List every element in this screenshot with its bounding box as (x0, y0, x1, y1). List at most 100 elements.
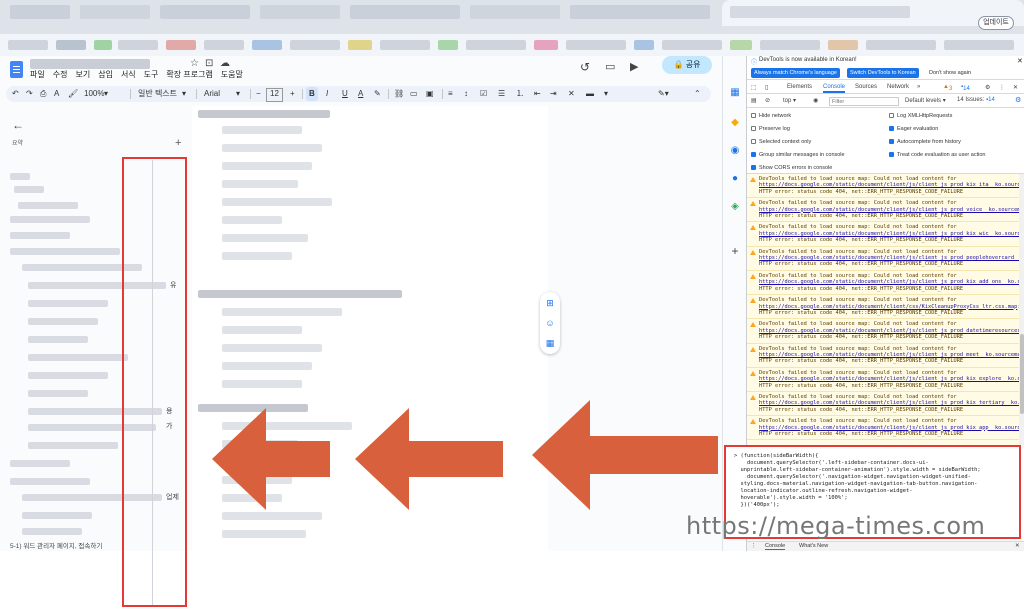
tab-blurred[interactable] (80, 5, 150, 19)
tab-network[interactable]: Network (887, 84, 909, 90)
message-count-badge[interactable]: ▪ 14 (961, 84, 970, 92)
emoji-reaction-icon[interactable]: ☺ (545, 318, 555, 328)
maps-icon[interactable]: ◈ (728, 200, 742, 214)
sidebar-toggle-icon[interactable]: ▤ (751, 97, 757, 104)
menu-file[interactable]: 파일 (30, 69, 45, 80)
image-icon[interactable]: ▣ (426, 87, 434, 101)
kebab-menu-icon[interactable]: ⋮ (999, 84, 1005, 91)
checklist-icon[interactable]: ☑ (480, 87, 487, 101)
clear-format-icon[interactable]: ✕ (568, 87, 575, 101)
collapse-menu-icon[interactable]: ⌃ (694, 87, 701, 101)
undo-icon[interactable]: ↶ (12, 87, 19, 101)
docs-logo-icon[interactable] (10, 61, 23, 78)
font-select[interactable]: Arial (204, 87, 220, 101)
tab-blurred[interactable] (10, 5, 70, 19)
font-size-input[interactable]: 12 (266, 88, 283, 102)
sourcemap-link[interactable]: https://docs.google.com/static/document/… (759, 255, 1019, 261)
outline-item[interactable] (14, 186, 44, 193)
tab-blurred[interactable] (350, 5, 460, 19)
setting-cors-errors[interactable]: Show CORS errors in console (751, 165, 832, 171)
sourcemap-link[interactable]: https://docs.google.com/static/document/… (759, 207, 1019, 213)
numbered-list-icon[interactable]: ⒈ (516, 87, 524, 101)
outline-item[interactable] (22, 528, 82, 535)
add-comment-icon[interactable]: ⊞ (545, 298, 555, 308)
console-warning[interactable]: DevTools failed to load source map: Coul… (747, 392, 1019, 417)
add-summary-button[interactable]: + (175, 137, 181, 149)
bullet-list-icon[interactable]: ☰ (498, 87, 505, 101)
console-warning[interactable]: DevTools failed to load source map: Coul… (747, 368, 1019, 392)
print-icon[interactable]: ⎙ (40, 87, 46, 101)
outline-item[interactable] (28, 372, 108, 379)
setting-hide-network[interactable]: Hide network (751, 113, 791, 119)
menu-format[interactable]: 서식 (121, 69, 136, 80)
filter-input[interactable] (829, 97, 899, 106)
sourcemap-link[interactable]: https://docs.google.com/static/document/… (759, 376, 1019, 382)
drawer-tab-console[interactable]: Console (765, 543, 786, 550)
editing-mode-icon[interactable]: ✎▾ (658, 87, 669, 101)
console-scrollbar[interactable] (1019, 174, 1024, 446)
console-warning[interactable]: DevTools failed to load source map: Coul… (747, 271, 1019, 296)
zoom-select[interactable]: 100% (84, 87, 104, 101)
tab-console[interactable]: Console (823, 84, 846, 93)
console-warning[interactable]: DevTools failed to load source map: Coul… (747, 247, 1019, 271)
sourcemap-link[interactable]: https://docs.google.com/static/document/… (759, 352, 1019, 358)
setting-selected-context[interactable]: Selected context only (751, 139, 811, 145)
share-button[interactable]: 🔒 공유 (662, 56, 712, 74)
outline-item[interactable] (28, 390, 88, 397)
tab-sources[interactable]: Sources (855, 84, 877, 90)
tab-blurred[interactable] (160, 5, 250, 19)
keep-icon[interactable]: ◆ (728, 116, 742, 130)
style-select[interactable]: 일반 텍스트 (138, 87, 177, 101)
outline-item[interactable] (10, 232, 70, 239)
bold-button[interactable]: B (306, 87, 318, 101)
tab-blurred[interactable] (260, 5, 340, 19)
context-select[interactable]: top ▾ (783, 97, 796, 104)
match-language-button[interactable]: Always match Chrome's language (751, 68, 840, 78)
console-warning[interactable]: DevTools failed to load source map: Coul… (747, 295, 1019, 320)
comment-icon[interactable]: ▭ (605, 60, 615, 73)
sourcemap-link[interactable]: https://docs.google.com/static/document/… (759, 231, 1019, 237)
history-icon[interactable]: ↺ (580, 60, 590, 74)
setting-group-similar[interactable]: Group similar messages in console (751, 152, 845, 158)
sourcemap-link[interactable]: https://docs.google.com/static/document/… (759, 328, 1019, 334)
outline-item[interactable] (28, 354, 128, 361)
meet-icon[interactable]: ▶ (630, 60, 638, 73)
drawer-tab-whats-new[interactable]: What's New (799, 543, 828, 549)
switch-korean-button[interactable]: Switch DevTools to Korean (847, 68, 919, 78)
inspect-icon[interactable]: ⬚ (751, 84, 757, 91)
sourcemap-link[interactable]: https://docs.google.com/static/document/… (759, 182, 1019, 188)
setting-treat-user-action[interactable]: Treat code evaluation as user action (889, 152, 985, 158)
outline-item[interactable] (28, 318, 98, 325)
console-warning[interactable]: DevTools failed to load source map: Coul… (747, 344, 1019, 368)
font-size-decrease[interactable]: − (256, 87, 261, 101)
redo-icon[interactable]: ↷ (26, 87, 33, 101)
outline-item[interactable] (18, 202, 78, 209)
decrease-indent-icon[interactable]: ⇤ (534, 87, 541, 101)
console-warning[interactable]: DevTools failed to load source map: Coul… (747, 198, 1019, 223)
drawer-menu-icon[interactable]: ⋮ (751, 543, 757, 549)
align-icon[interactable]: ≡ (448, 87, 453, 101)
suggest-edit-icon[interactable]: ▦ (545, 338, 555, 348)
eye-icon[interactable]: ◉ (813, 97, 818, 104)
setting-preserve-log[interactable]: Preserve log (751, 126, 790, 132)
close-icon[interactable]: ✕ (1017, 57, 1023, 65)
tab-elements[interactable]: Elements (787, 84, 812, 90)
sourcemap-link[interactable]: https://docs.google.com/static/document/… (759, 279, 1019, 285)
outline-item-bottom[interactable]: 5-1) 워드 관리자 페이지, 접속하기 (10, 540, 102, 550)
sourcemap-link[interactable]: https://docs.google.com/static/document/… (759, 400, 1019, 406)
issues-button[interactable]: 14 Issues: ▪14 (957, 97, 995, 103)
underline-button[interactable]: U (342, 87, 348, 101)
setting-eager-eval[interactable]: Eager evaluation (889, 126, 938, 132)
device-toolbar-icon[interactable]: ▯ (765, 84, 768, 91)
outline-item[interactable] (28, 300, 108, 307)
highlight-icon[interactable]: ✎ (374, 87, 381, 101)
console-warning[interactable]: DevTools failed to load source map: Coul… (747, 174, 1019, 199)
outline-item[interactable] (10, 248, 120, 255)
console-warning[interactable]: DevTools failed to load source map: Coul… (747, 319, 1019, 344)
contacts-icon[interactable]: ● (728, 172, 742, 186)
console-log[interactable]: DevTools failed to load source map: Coul… (747, 174, 1019, 446)
outline-item[interactable] (10, 216, 90, 223)
italic-button[interactable]: I (326, 87, 328, 101)
clear-console-icon[interactable]: ⊘ (765, 97, 770, 104)
font-size-increase[interactable]: + (290, 87, 295, 101)
